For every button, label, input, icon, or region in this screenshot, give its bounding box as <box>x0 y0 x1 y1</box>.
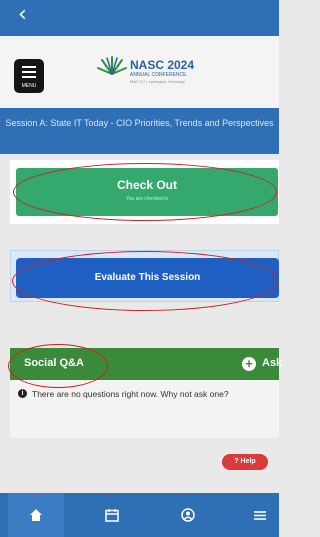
help-label: Help <box>240 458 256 465</box>
nasc-logo: NASC 2024 ANNUAL CONFERENCE MAY 3-7 • Le… <box>96 52 246 96</box>
help-button[interactable]: ? Help <box>222 454 268 470</box>
plus-icon: + <box>242 357 256 371</box>
check-out-label: Check Out <box>116 178 177 192</box>
no-questions-text: There are no questions right now. Why no… <box>32 389 229 399</box>
top-nav-bar: ‹ <box>0 0 279 36</box>
evaluate-session-button[interactable]: Evaluate This Session <box>16 258 279 298</box>
social-qa-header: Social Q&A + Ask <box>10 348 283 380</box>
tab-schedule[interactable] <box>84 493 140 537</box>
menu-icon <box>254 511 266 520</box>
starburst-logo-icon <box>97 56 127 75</box>
session-title: Session A: State IT Today - CIO Prioriti… <box>0 108 279 154</box>
bottom-tab-bar <box>0 493 279 537</box>
logo-subtitle: ANNUAL CONFERENCE <box>130 72 187 78</box>
logo-title: NASC 2024 <box>130 58 195 72</box>
home-icon <box>30 509 42 521</box>
hamburger-icon <box>22 66 36 68</box>
check-out-status: You are checked in <box>125 196 169 202</box>
back-chevron-icon[interactable]: ‹ <box>18 4 27 26</box>
tab-more[interactable] <box>232 493 288 537</box>
social-qa-title: Social Q&A <box>24 357 84 369</box>
check-out-button[interactable]: Check Out You are checked in <box>16 168 278 216</box>
menu-button[interactable]: MENU <box>14 59 44 93</box>
menu-button-label: MENU <box>21 83 37 89</box>
tab-home[interactable] <box>8 493 64 537</box>
evaluate-session-label: Evaluate This Session <box>94 272 201 283</box>
person-icon <box>181 508 195 522</box>
question-circle-icon: ? <box>234 458 239 465</box>
logo-small-text: MAY 3-7 • Lexington, Kentucky <box>130 79 185 84</box>
calendar-icon <box>105 509 119 522</box>
ask-label: Ask <box>262 357 283 369</box>
ask-question-button[interactable]: + Ask <box>242 355 283 373</box>
tab-profile[interactable] <box>160 493 216 537</box>
